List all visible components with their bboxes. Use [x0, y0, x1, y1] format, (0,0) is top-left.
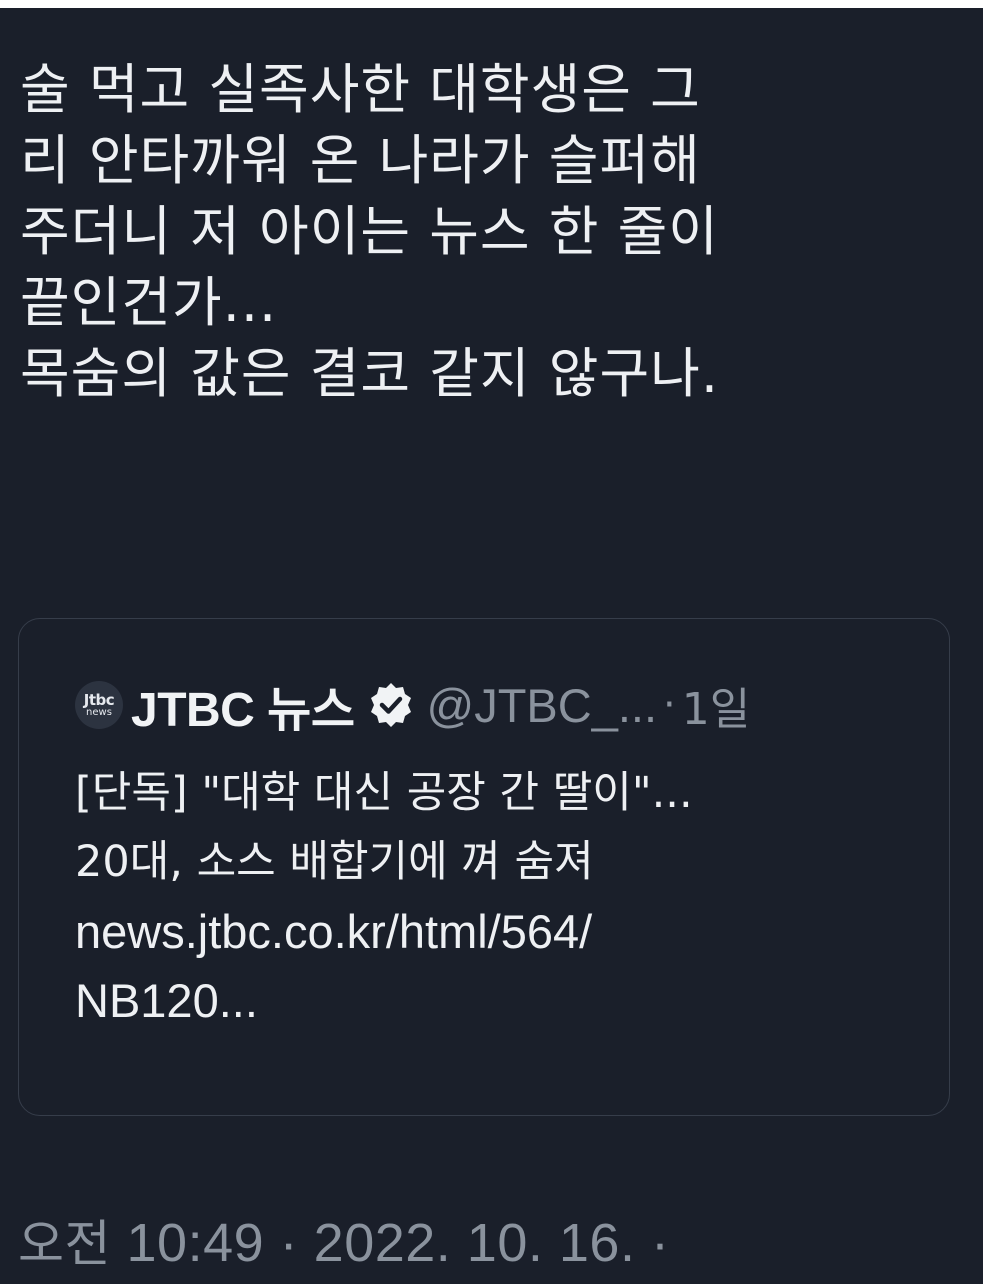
tweet-text-line: 끝인건가... [20, 271, 278, 334]
jtbc-avatar[interactable]: Jtbc news [75, 681, 123, 729]
quoted-author-name[interactable]: JTBC 뉴스 [131, 670, 355, 740]
tweet-container: 술 먹고 실족사한 대학생은 그 리 안타까워 온 나라가 슬퍼해 주더니 저 … [0, 8, 983, 1284]
timestamp-date: 2022. 10. 16. [313, 1213, 636, 1273]
header-separator: · [663, 682, 676, 728]
tweet-text-line: 목숨의 값은 결코 같지 않구나. [20, 342, 719, 405]
tweet-text-line: 주더니 저 아이는 뉴스 한 줄이 [20, 200, 719, 263]
quoted-tweet-header: Jtbc news JTBC 뉴스 @JTBC_... · 1일 [75, 673, 750, 737]
tweet-timestamp[interactable]: 오전 10:49 · 2022. 10. 16. · [18, 1204, 669, 1276]
quoted-tweet-body: [단독] "대학 대신 공장 간 딸이"... 20대, 소스 배합기에 껴 숨… [75, 759, 925, 1035]
quoted-author-handle[interactable]: @JTBC_... [427, 678, 658, 733]
timestamp-time: 10:49 [126, 1213, 265, 1273]
quoted-link-line[interactable]: NB120... [75, 966, 925, 1035]
timestamp-separator: · [279, 1213, 299, 1273]
quoted-text-line: [단독] "대학 대신 공장 간 딸이"... [75, 768, 693, 818]
quoted-time-ago[interactable]: 1일 [682, 673, 750, 737]
timestamp-ampm: 오전 [18, 1215, 111, 1273]
avatar-logo-bottom: news [86, 706, 112, 718]
quoted-text-line: 20대, 소스 배합기에 껴 숨져 [75, 837, 594, 887]
timestamp-trailing-separator: · [650, 1213, 670, 1273]
quoted-link-line[interactable]: news.jtbc.co.kr/html/564/ [75, 897, 925, 966]
tweet-body: 술 먹고 실족사한 대학생은 그 리 안타까워 온 나라가 슬퍼해 주더니 저 … [20, 54, 960, 409]
tweet-text-line: 술 먹고 실족사한 대학생은 그 [20, 58, 701, 121]
tweet-text-line: 리 안타까워 온 나라가 슬퍼해 [20, 129, 701, 192]
verified-badge-icon [367, 681, 415, 729]
avatar-logo-top: Jtbc [83, 690, 115, 709]
quoted-tweet-card[interactable]: Jtbc news JTBC 뉴스 @JTBC_... · 1일 [단독] "대… [18, 618, 950, 1116]
